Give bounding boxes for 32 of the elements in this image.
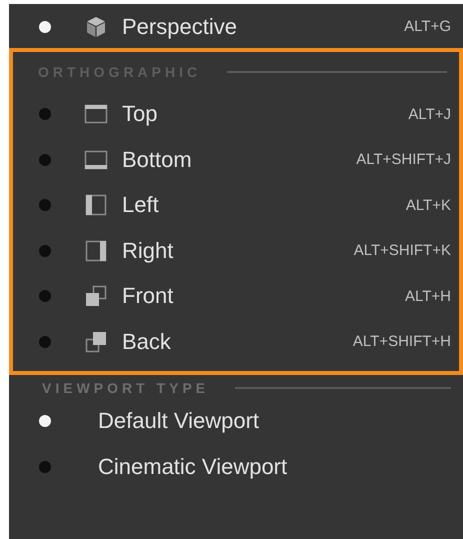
menu-item[interactable]: Front ALT+H bbox=[13, 274, 459, 319]
shortcut-text: ALT+J bbox=[408, 106, 451, 123]
item-label: Cinematic Viewport bbox=[98, 454, 288, 480]
menu-item[interactable]: Right ALT+SHIFT+K bbox=[13, 228, 459, 274]
shortcut-text: ALT+SHIFT+H bbox=[352, 333, 451, 350]
item-label: Back bbox=[122, 328, 172, 355]
menu-item[interactable]: Back ALT+SHIFT+H bbox=[13, 319, 459, 364]
menu-item[interactable]: Default Viewport bbox=[9, 398, 463, 444]
item-label: Default Viewport bbox=[98, 408, 260, 434]
shortcut-text: ALT+G bbox=[404, 18, 451, 36]
top-view-icon bbox=[84, 102, 108, 126]
menu-item[interactable]: Bottom ALT+SHIFT+J bbox=[13, 137, 459, 182]
cube-icon bbox=[84, 14, 108, 39]
item-label: Left bbox=[122, 192, 160, 218]
right-view-icon bbox=[84, 238, 108, 263]
menu-item[interactable]: Top ALT+J bbox=[13, 92, 459, 137]
item-label: Bottom bbox=[122, 146, 193, 173]
shortcut-text: ALT+SHIFT+J bbox=[356, 151, 451, 168]
menu-item[interactable]: Left ALT+K bbox=[13, 182, 459, 228]
shortcut-text: ALT+K bbox=[406, 196, 451, 214]
menu-item[interactable]: Perspective ALT+G bbox=[9, 4, 463, 50]
menu-item[interactable]: Cinematic Viewport bbox=[9, 444, 463, 490]
back-view-icon bbox=[84, 330, 108, 354]
item-label: Front bbox=[122, 283, 174, 310]
item-label: Top bbox=[122, 101, 158, 128]
front-view-icon bbox=[84, 284, 108, 308]
item-label: Perspective bbox=[122, 14, 238, 40]
shortcut-text: ALT+SHIFT+K bbox=[354, 242, 451, 260]
section-heading: VIEWPORT TYPE bbox=[42, 380, 210, 396]
left-view-icon bbox=[84, 193, 108, 218]
item-label: Right bbox=[122, 238, 174, 264]
shortcut-text: ALT+H bbox=[405, 288, 451, 305]
